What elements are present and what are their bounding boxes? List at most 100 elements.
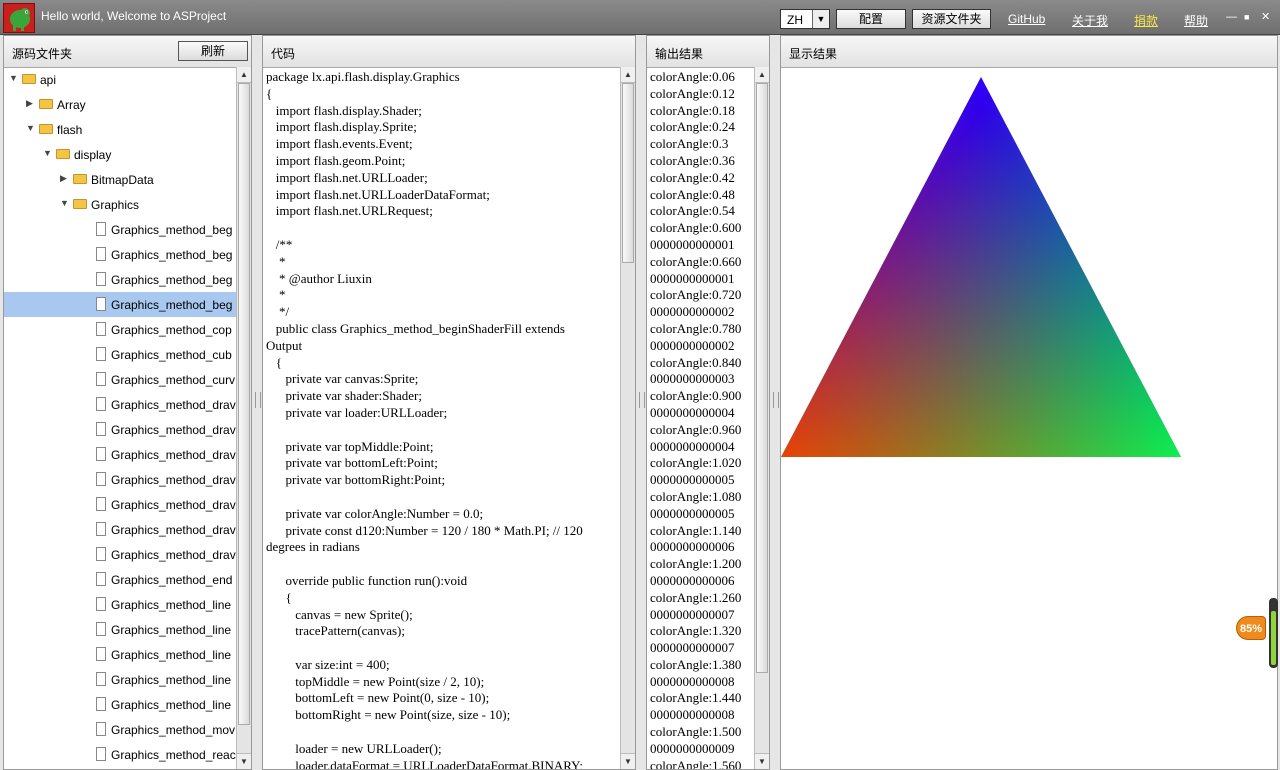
github-link[interactable]: GitHub <box>1008 12 1045 26</box>
code-scrollbar[interactable]: ▲ ▼ <box>620 67 635 769</box>
tree-folder[interactable]: ▼ flash <box>4 117 236 142</box>
chevron-down-icon[interactable]: ▼ <box>43 148 52 158</box>
minimize-icon[interactable]: — <box>1226 11 1237 23</box>
tree-file[interactable]: Graphics_method_beg <box>4 292 236 317</box>
scroll-thumb[interactable] <box>238 83 250 725</box>
file-icon <box>96 297 106 311</box>
tree-file[interactable]: Graphics_method_beg <box>4 267 236 292</box>
code-line: loader.dataFormat = URLLoaderDataFormat.… <box>266 757 583 769</box>
tree-file[interactable]: Graphics_method_drav <box>4 417 236 442</box>
maximize-icon[interactable]: ■ <box>1244 11 1249 23</box>
tree-file[interactable]: Graphics_method_curv <box>4 367 236 392</box>
tree-file[interactable]: Graphics_method_line <box>4 642 236 667</box>
close-icon[interactable]: ✕ <box>1261 11 1270 23</box>
tree-file[interactable]: Graphics_method_drav <box>4 542 236 567</box>
zoom-slider[interactable] <box>1269 598 1278 668</box>
output-line: 0000000000002 <box>650 337 735 353</box>
chevron-down-icon[interactable]: ▼ <box>812 10 829 28</box>
tree-item-label: BitmapData <box>91 173 154 187</box>
tree-folder[interactable]: ▶ Array <box>4 92 236 117</box>
scroll-down-icon[interactable]: ▼ <box>237 753 251 769</box>
scroll-up-icon[interactable]: ▲ <box>621 67 635 83</box>
language-select[interactable]: ZH ▼ <box>780 9 830 29</box>
output-line: colorAngle:1.380 <box>650 656 742 672</box>
source-folder-panel: 源码文件夹 刷新 ▼ api ▶ Array ▼ flash ▼ display ▶ Bitmap… <box>3 35 252 770</box>
display-panel-title: 显示结果 <box>789 47 838 61</box>
code-text[interactable]: package lx.api.flash.display.Graphics{ i… <box>266 67 618 769</box>
tree-scrollbar[interactable]: ▲ ▼ <box>236 67 251 769</box>
output-scrollbar[interactable]: ▲ ▼ <box>754 67 769 769</box>
output-text[interactable]: colorAngle:0.06 colorAngle:0.12 colorAngle… <box>650 67 752 769</box>
tree-folder[interactable]: ▼ display <box>4 142 236 167</box>
output-line: colorAngle:1.260 <box>650 589 742 605</box>
resources-button[interactable]: 资源文件夹 <box>912 9 991 29</box>
file-icon <box>96 572 106 586</box>
code-line: private var colorAngle:Number = 0.0; <box>266 505 484 521</box>
splitter-handle[interactable] <box>770 35 780 770</box>
scroll-thumb[interactable] <box>756 83 768 673</box>
file-icon <box>96 422 106 436</box>
tree-file[interactable]: Graphics_method_reac <box>4 742 236 767</box>
tree-file[interactable]: Graphics_method_line <box>4 692 236 717</box>
tree-file[interactable]: Graphics_method_drav <box>4 517 236 542</box>
tree-file[interactable]: Graphics_method_end <box>4 567 236 592</box>
output-line: colorAngle:1.200 <box>650 556 742 572</box>
tree-file[interactable]: Graphics_method_line <box>4 667 236 692</box>
code-line: var size:int = 400; <box>266 656 390 672</box>
help-link[interactable]: 帮助 <box>1184 12 1208 29</box>
output-line: colorAngle:1.140 <box>650 522 742 538</box>
tree-file[interactable]: Graphics_method_beg <box>4 242 236 267</box>
tree-item-label: Graphics_method_line <box>111 698 232 712</box>
scroll-thumb[interactable] <box>622 83 634 263</box>
donate-link[interactable]: 捐款 <box>1134 12 1158 29</box>
output-line: 0000000000008 <box>650 673 735 689</box>
output-line: 0000000000006 <box>650 539 735 555</box>
config-button[interactable]: 配置 <box>836 9 906 29</box>
tree-item-label: Graphics_method_drav <box>111 498 236 512</box>
folder-icon <box>39 99 53 109</box>
tree-folder[interactable]: ▶ BitmapData <box>4 167 236 192</box>
tree-file[interactable]: Graphics_method_mov <box>4 717 236 742</box>
scroll-down-icon[interactable]: ▼ <box>621 753 635 769</box>
tree-item-label: Graphics_method_curv <box>111 373 236 387</box>
output-line: 0000000000001 <box>650 270 735 286</box>
tree-file[interactable]: Graphics_method_drav <box>4 392 236 417</box>
chevron-right-icon[interactable]: ▶ <box>60 173 67 184</box>
tree-file[interactable]: Graphics_method_drav <box>4 442 236 467</box>
splitter-handle[interactable] <box>636 35 646 770</box>
code-line: private var shader:Shader; <box>266 388 422 404</box>
tree-file[interactable]: Graphics_method_cop <box>4 317 236 342</box>
tree-folder[interactable]: ▼ api <box>4 67 236 92</box>
refresh-button[interactable]: 刷新 <box>178 41 248 61</box>
chevron-right-icon[interactable]: ▶ <box>26 98 33 109</box>
file-icon <box>96 697 106 711</box>
tree-folder[interactable]: ▼ Graphics <box>4 192 236 217</box>
about-link[interactable]: 关于我 <box>1072 12 1108 29</box>
tree-file[interactable]: Graphics_method_cub <box>4 342 236 367</box>
scroll-up-icon[interactable]: ▲ <box>755 67 769 83</box>
file-icon <box>96 547 106 561</box>
code-line: import flash.events.Event; <box>266 136 413 152</box>
splitter-handle[interactable] <box>252 35 262 770</box>
code-line: private var canvas:Sprite; <box>266 371 419 387</box>
code-line: topMiddle = new Point(size / 2, 10); <box>266 673 485 689</box>
code-panel-title: 代码 <box>271 47 296 61</box>
tree-file[interactable]: Graphics_method_beg <box>4 217 236 242</box>
scroll-up-icon[interactable]: ▲ <box>237 67 251 83</box>
chevron-down-icon[interactable]: ▼ <box>26 123 35 133</box>
chevron-down-icon[interactable]: ▼ <box>60 198 69 208</box>
tree-file[interactable]: Graphics_method_drav <box>4 467 236 492</box>
tree-file[interactable]: Graphics_method_line <box>4 617 236 642</box>
chevron-down-icon[interactable]: ▼ <box>9 73 18 83</box>
scroll-down-icon[interactable]: ▼ <box>755 753 769 769</box>
tree-file[interactable]: Graphics_method_line <box>4 592 236 617</box>
code-line: { <box>266 589 292 605</box>
tree-item-label: Graphics_method_drav <box>111 473 236 487</box>
output-line: colorAngle:0.960 <box>650 421 742 437</box>
tree-item-label: Graphics_method_end <box>111 573 233 587</box>
zoom-badge[interactable]: 85% <box>1236 616 1266 640</box>
output-panel: 输出结果 colorAngle:0.06 colorAngle:0.12 color… <box>646 35 770 770</box>
file-icon <box>96 447 106 461</box>
tree-file[interactable]: Graphics_method_drav <box>4 492 236 517</box>
